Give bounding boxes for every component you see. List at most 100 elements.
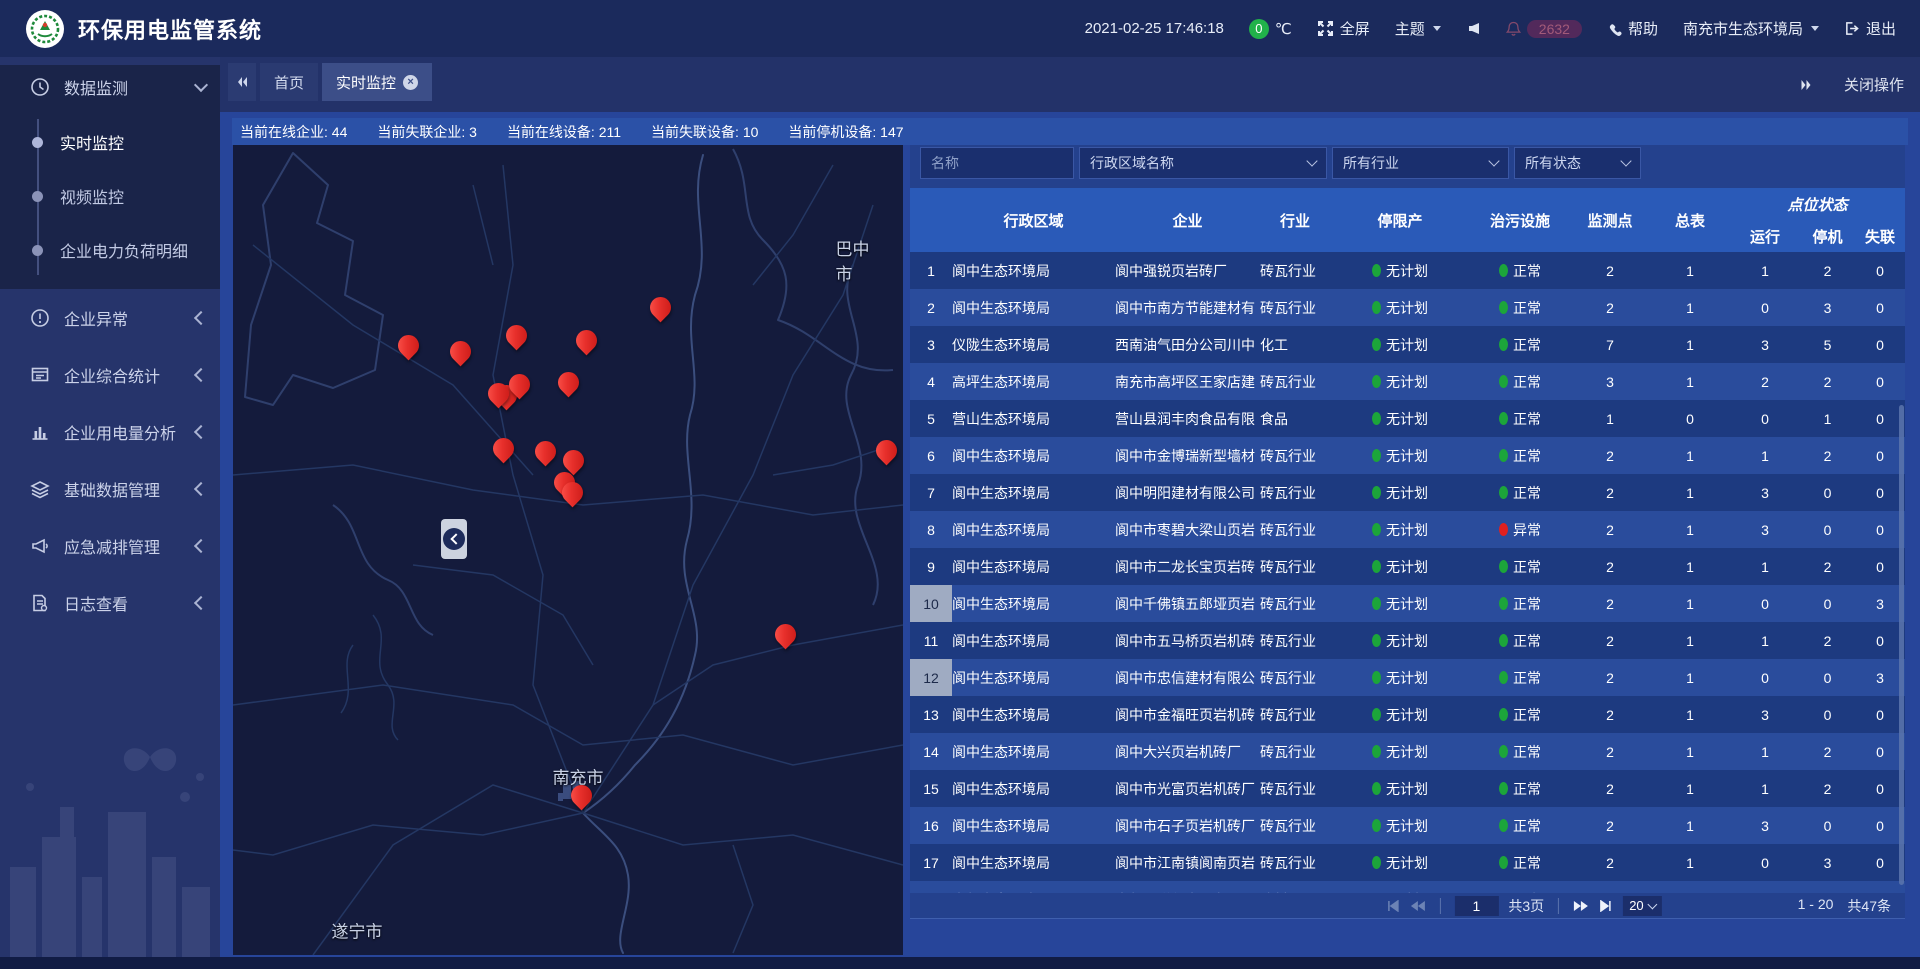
cell-lost: 3 — [1855, 585, 1905, 622]
close-operations-button[interactable]: 关闭操作 — [1844, 74, 1904, 95]
cell-company: 西南油气田分公司川中 — [1115, 326, 1260, 363]
cell-region: 阆中生态环境局 — [952, 770, 1115, 807]
cell-facility: 正常 — [1470, 363, 1570, 400]
cell-industry: 砖瓦行业 — [1260, 622, 1330, 659]
table-row[interactable]: 13阆中生态环境局阆中市金福旺页岩机砖砖瓦行业无计划正常21300 — [910, 696, 1905, 733]
sidebar-item-power-load-detail[interactable]: 企业电力负荷明细 — [0, 223, 220, 277]
scroll-tabs-left-button[interactable] — [228, 63, 256, 101]
table-row[interactable]: 10阆中生态环境局阆中千佛镇五郎垭页岩砖瓦行业无计划正常21003 — [910, 585, 1905, 622]
table-row[interactable]: 1阆中生态环境局阆中强锐页岩砖厂砖瓦行业无计划正常21120 — [910, 252, 1905, 289]
table-row[interactable]: 6阆中生态环境局阆中市金博瑞新型墙材砖瓦行业无计划正常21120 — [910, 437, 1905, 474]
timeline-dot — [32, 137, 43, 148]
table-row[interactable]: 2阆中生态环境局阆中市南方节能建材有砖瓦行业无计划正常21030 — [910, 289, 1905, 326]
fullscreen-button[interactable]: 全屏 — [1317, 18, 1370, 39]
temperature: 0 ℃ — [1249, 19, 1292, 39]
cell-company: 阆中市江南镇阆南页岩 — [1115, 844, 1260, 881]
cell-lost: 0 — [1855, 548, 1905, 585]
table-row[interactable]: 14阆中生态环境局阆中大兴页岩机砖厂砖瓦行业无计划正常21120 — [910, 733, 1905, 770]
table-row[interactable]: 11阆中生态环境局阆中市五马桥页岩机砖砖瓦行业无计划正常21120 — [910, 622, 1905, 659]
tab-home[interactable]: 首页 — [260, 63, 318, 101]
notifications[interactable]: 2632 — [1506, 20, 1582, 38]
logout-icon — [1844, 21, 1860, 36]
sidebar-item-emergency-reduction[interactable]: 应急减排管理 — [0, 517, 220, 574]
row-index: 1 — [910, 252, 952, 289]
cell-stop: 2 — [1800, 770, 1855, 807]
row-index: 17 — [910, 844, 952, 881]
sidebar-item-enterprise-abnormal[interactable]: 企业异常 — [0, 289, 220, 346]
sidebar-menu: 数据监测 实时监控 视频监控 企业电力负荷明细 企业异常 企业综合统计 企业用电… — [0, 57, 220, 631]
table-row[interactable]: 15阆中生态环境局阆中市光富页岩机砖厂砖瓦行业无计划正常21120 — [910, 770, 1905, 807]
table-row[interactable]: 3仪陇生态环境局西南油气田分公司川中化工无计划正常71350 — [910, 326, 1905, 363]
cell-run: 1 — [1730, 622, 1800, 659]
status-dot — [1499, 301, 1508, 314]
cell-region: 阆中生态环境局 — [952, 844, 1115, 881]
timeline-dot — [32, 191, 43, 202]
sidebar-item-power-analysis[interactable]: 企业用电量分析 — [0, 403, 220, 460]
cell-meters: 1 — [1650, 252, 1730, 289]
row-index: 11 — [910, 622, 952, 659]
map-panel[interactable]: 巴中市南充市遂宁市 — [233, 145, 903, 955]
sidebar-item-data-monitoring[interactable]: 数据监测 — [0, 65, 220, 109]
content: 当前在线企业: 44当前失联企业: 3当前在线设备: 211当前失联设备: 10… — [220, 112, 1920, 957]
cell-industry: 砖瓦行业 — [1260, 548, 1330, 585]
cell-meters: 1 — [1650, 289, 1730, 326]
cell-meters: 1 — [1650, 807, 1730, 844]
logout-button[interactable]: 退出 — [1844, 18, 1896, 39]
sidebar-item-realtime-monitor[interactable]: 实时监控 — [0, 115, 220, 169]
next-page-button[interactable] — [1573, 900, 1589, 912]
cell-limit: 无计划 — [1330, 807, 1470, 844]
sidebar-item-video-monitor[interactable]: 视频监控 — [0, 169, 220, 223]
cell-region: 阆中生态环境局 — [952, 548, 1115, 585]
sidebar-item-enterprise-stats[interactable]: 企业综合统计 — [0, 346, 220, 403]
gauge-clock-icon — [30, 77, 50, 97]
cell-meters: 1 — [1650, 363, 1730, 400]
page-size-select[interactable]: 20 — [1623, 896, 1661, 916]
table-row[interactable]: 12阆中生态环境局阆中市忠信建材有限公砖瓦行业无计划正常21003 — [910, 659, 1905, 696]
first-page-button[interactable] — [1385, 900, 1399, 912]
sidebar-item-base-data[interactable]: 基础数据管理 — [0, 460, 220, 517]
alert-circle-icon — [30, 308, 50, 328]
col-index — [910, 188, 952, 252]
table-row[interactable]: 17阆中生态环境局阆中市江南镇阆南页岩砖瓦行业无计划正常21030 — [910, 844, 1905, 881]
cell-meters: 1 — [1650, 659, 1730, 696]
tab-realtime-monitor[interactable]: 实时监控× — [322, 63, 432, 101]
temperature-badge: 0 — [1249, 19, 1269, 39]
table-row[interactable]: 18南部生态环境局南部县磁化水泥有限公建材加工无计划正常50050 — [910, 881, 1905, 893]
page-number-input[interactable]: 1 — [1454, 896, 1498, 916]
mute-button[interactable] — [1466, 21, 1481, 36]
name-search-input[interactable]: 名称 — [920, 147, 1074, 179]
industry-select[interactable]: 所有行业 — [1332, 147, 1509, 179]
cell-stop: 0 — [1800, 659, 1855, 696]
cell-industry: 砖瓦行业 — [1260, 844, 1330, 881]
col-facility: 治污设施 — [1470, 188, 1570, 252]
table-row[interactable]: 8阆中生态环境局阆中市枣碧大梁山页岩砖瓦行业无计划异常21300 — [910, 511, 1905, 548]
timeline-dot — [32, 245, 43, 256]
map-roads — [233, 145, 903, 955]
double-chevron-left-icon — [235, 75, 249, 89]
table-row[interactable]: 4高坪生态环境局南充市高坪区王家店建砖瓦行业无计划正常31220 — [910, 363, 1905, 400]
cell-facility: 正常 — [1470, 844, 1570, 881]
cell-lost: 0 — [1855, 696, 1905, 733]
prev-page-button[interactable] — [1409, 900, 1425, 912]
pagination-bar: 1 共3页 20 1 - 20 共47条 — [910, 893, 1905, 918]
cell-limit: 无计划 — [1330, 770, 1470, 807]
sidebar-item-log-view[interactable]: 日志查看 — [0, 574, 220, 631]
last-page-button[interactable] — [1599, 900, 1613, 912]
table-row[interactable]: 7阆中生态环境局阆中明阳建材有限公司砖瓦行业无计划正常21300 — [910, 474, 1905, 511]
table-scrollbar[interactable] — [1899, 405, 1904, 885]
close-icon[interactable]: × — [403, 75, 418, 90]
status-dot — [1499, 375, 1508, 388]
table-row[interactable]: 9阆中生态环境局阆中市二龙长宝页岩砖砖瓦行业无计划正常21120 — [910, 548, 1905, 585]
col-industry: 行业 — [1260, 188, 1330, 252]
table-row[interactable]: 5营山生态环境局营山县润丰肉食品有限食品无计划正常10010 — [910, 400, 1905, 437]
region-select[interactable]: 行政区域名称 — [1079, 147, 1327, 179]
help-button[interactable]: 帮助 — [1607, 18, 1658, 39]
double-chevron-right-icon[interactable] — [1799, 78, 1814, 92]
theme-dropdown[interactable]: 主题 — [1395, 18, 1441, 39]
sidebar-collapse-button[interactable] — [441, 519, 467, 559]
cell-region: 阆中生态环境局 — [952, 437, 1115, 474]
stat-item: 当前在线企业: 44 — [240, 122, 347, 142]
table-row[interactable]: 16阆中生态环境局阆中市石子页岩机砖厂砖瓦行业无计划正常21300 — [910, 807, 1905, 844]
org-dropdown[interactable]: 南充市生态环境局 — [1683, 18, 1819, 39]
status-select[interactable]: 所有状态 — [1514, 147, 1641, 179]
